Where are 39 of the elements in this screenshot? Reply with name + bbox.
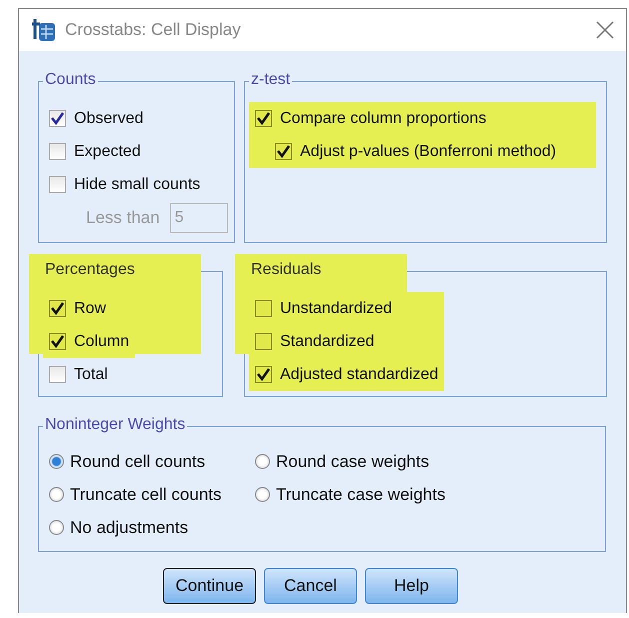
checkbox[interactable]: [49, 110, 66, 127]
checkbox-option[interactable]: Hide small counts: [43, 168, 206, 201]
radio-option[interactable]: Truncate case weights: [255, 478, 605, 511]
checkbox[interactable]: [49, 333, 66, 350]
checkbox-option[interactable]: Standardized: [249, 325, 444, 358]
checkbox[interactable]: [49, 366, 66, 383]
radio-button[interactable]: [255, 487, 270, 502]
radio-button[interactable]: [49, 520, 64, 535]
radio-button[interactable]: [255, 454, 270, 469]
dialog-button[interactable]: Cancel: [264, 568, 357, 604]
checkbox-option[interactable]: Adjust p-values (Bonferroni method): [249, 135, 596, 168]
field-label: Less than: [86, 208, 160, 228]
checkbox[interactable]: [255, 300, 272, 317]
table-icon: [31, 17, 57, 43]
radio-button[interactable]: [49, 487, 64, 502]
group-title: Noninteger Weights: [43, 416, 188, 434]
checkbox[interactable]: [49, 143, 66, 160]
checkbox-option[interactable]: Observed: [43, 102, 206, 135]
radio-option[interactable]: Round cell counts: [49, 445, 255, 478]
dialog-button[interactable]: Help: [365, 568, 458, 604]
checkbox[interactable]: [255, 366, 272, 383]
checkbox[interactable]: [49, 176, 66, 193]
radio-option[interactable]: Round case weights: [255, 445, 605, 478]
group-title: Percentages: [44, 261, 136, 279]
checkbox-option[interactable]: Expected: [43, 135, 206, 168]
checkbox[interactable]: [49, 300, 66, 317]
checkbox-option[interactable]: Adjusted standardized: [249, 358, 444, 391]
checkbox-option[interactable]: Total: [43, 358, 136, 391]
radio-option[interactable]: No adjustments: [49, 511, 255, 544]
checkbox-option[interactable]: Compare column proportions: [249, 102, 596, 135]
dialog-button[interactable]: Continue: [163, 568, 256, 604]
checkbox[interactable]: [275, 143, 292, 160]
checkbox[interactable]: [255, 110, 272, 127]
group-title: Residuals: [250, 261, 322, 279]
close-icon[interactable]: [596, 21, 614, 39]
checkbox[interactable]: [255, 333, 272, 350]
window-title: Crosstabs: Cell Display: [65, 20, 242, 40]
radio-option[interactable]: Truncate cell counts: [49, 478, 255, 511]
radio-button[interactable]: [49, 454, 64, 469]
